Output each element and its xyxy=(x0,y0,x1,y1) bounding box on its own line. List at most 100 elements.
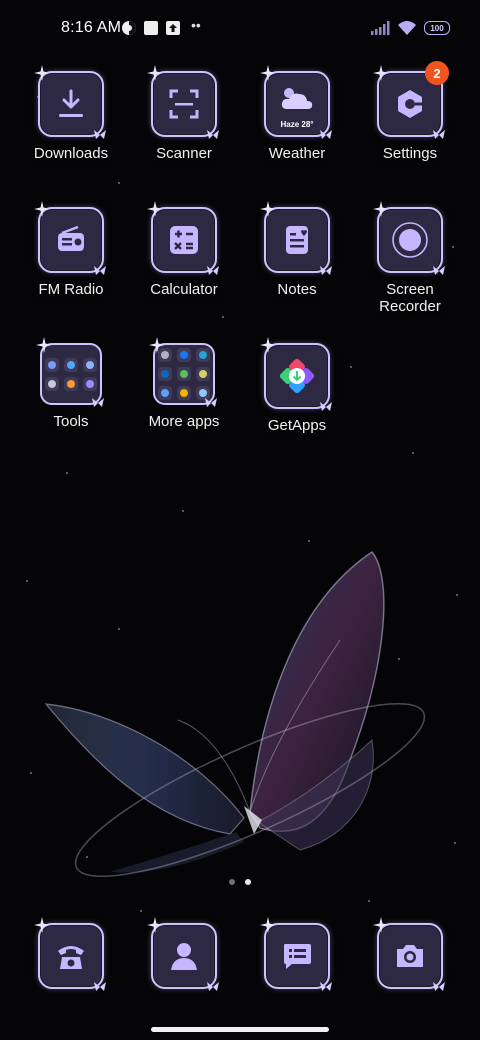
getapps-app-icon[interactable] xyxy=(260,337,332,411)
butterfly-decoration-icon xyxy=(207,982,219,991)
app-label: Downloads xyxy=(33,145,109,162)
fm-radio-app-icon[interactable] xyxy=(34,201,106,275)
screen-recorder-app-icon[interactable] xyxy=(373,201,445,275)
butterfly-decoration-icon xyxy=(205,398,217,407)
sparkle-decoration-icon xyxy=(34,917,50,933)
sparkle-decoration-icon xyxy=(373,201,389,217)
sparkle-decoration-icon xyxy=(260,201,276,217)
app-weather[interactable]: Haze 28° Weather xyxy=(241,65,353,162)
weather-cloud-icon xyxy=(281,88,313,109)
phone-app-icon[interactable] xyxy=(34,917,106,991)
upload-arrow-icon xyxy=(166,21,180,35)
notification-badge: 2 xyxy=(425,61,449,85)
calculator-app-icon[interactable] xyxy=(147,201,219,275)
app-label: Screen Recorder xyxy=(379,281,441,315)
sparkle-decoration-icon xyxy=(373,917,389,933)
butterfly-decoration-icon xyxy=(94,266,106,275)
notes-icon xyxy=(286,226,308,254)
settings-icon xyxy=(398,90,423,118)
butterfly-decoration-icon xyxy=(207,130,219,139)
butterfly-decoration-icon xyxy=(320,130,332,139)
dock-camera[interactable] xyxy=(354,917,466,991)
camera-app-icon[interactable] xyxy=(373,917,445,991)
settings-app-icon[interactable]: 2 xyxy=(373,61,449,139)
getapps-icon xyxy=(279,358,315,394)
weather-app-icon[interactable]: Haze 28° xyxy=(260,65,332,139)
download-icon xyxy=(59,89,83,117)
page-indicator xyxy=(0,879,480,885)
sparkle-decoration-icon xyxy=(260,917,276,933)
page-dot xyxy=(229,879,235,885)
app-downloads[interactable]: Downloads xyxy=(15,65,127,162)
square-notification-icon xyxy=(144,21,158,35)
contacts-app-icon[interactable] xyxy=(147,917,219,991)
sparkle-decoration-icon xyxy=(147,201,163,217)
app-label: Settings xyxy=(382,145,438,162)
butterfly-decoration-icon xyxy=(433,982,445,991)
sparkle-decoration-icon xyxy=(147,917,163,933)
weather-widget-text: Haze 28° xyxy=(280,120,314,129)
calculator-icon xyxy=(170,226,198,254)
sparkle-decoration-icon xyxy=(260,337,276,353)
dock-messages[interactable] xyxy=(241,917,353,991)
app-label: GetApps xyxy=(267,417,327,434)
tools-folder-icon[interactable] xyxy=(36,337,104,407)
butterfly-decoration-icon xyxy=(320,266,332,275)
app-getapps[interactable]: GetApps xyxy=(241,337,353,434)
radio-icon xyxy=(58,225,84,251)
butterfly-decoration-icon xyxy=(92,398,104,407)
dock-contacts[interactable] xyxy=(128,917,240,991)
app-calculator[interactable]: Calculator xyxy=(128,201,240,298)
messages-app-icon[interactable] xyxy=(260,917,332,991)
clock: 8:16 AM xyxy=(61,19,122,36)
contacts-icon xyxy=(171,943,197,970)
app-label: FM Radio xyxy=(38,281,104,298)
butterfly-decoration-icon xyxy=(207,266,219,275)
sparkle-decoration-icon xyxy=(34,65,50,81)
butterfly-decoration-icon xyxy=(433,130,445,139)
app-notes[interactable]: Notes xyxy=(241,201,353,298)
sparkle-decoration-icon xyxy=(34,201,50,217)
wifi-icon xyxy=(398,21,416,35)
app-label: Weather xyxy=(268,145,326,162)
folder-tools[interactable]: Tools xyxy=(15,337,127,430)
folder-more-apps[interactable]: More apps xyxy=(128,337,240,430)
butterfly-decoration-icon xyxy=(433,266,445,275)
sparkle-decoration-icon xyxy=(149,337,165,353)
battery-icon: 100 xyxy=(424,21,450,35)
phone-icon xyxy=(58,946,84,969)
page-dot-active xyxy=(245,879,251,885)
home-gesture-bar[interactable] xyxy=(151,1027,329,1032)
app-scanner[interactable]: Scanner xyxy=(128,65,240,162)
butterfly-decoration-icon xyxy=(94,130,106,139)
app-label: Calculator xyxy=(150,281,218,298)
sparkle-decoration-icon xyxy=(260,65,276,81)
cellular-signal-icon xyxy=(371,21,390,35)
camera-icon xyxy=(397,945,423,967)
app-settings[interactable]: 2 Settings xyxy=(354,61,466,162)
sparkle-decoration-icon xyxy=(373,65,389,81)
more-apps-folder-icon[interactable] xyxy=(149,337,217,407)
dock-phone[interactable] xyxy=(15,917,127,991)
app-fm-radio[interactable]: FM Radio xyxy=(15,201,127,298)
messages-icon xyxy=(284,944,311,969)
butterfly-decoration-icon xyxy=(320,402,332,411)
app-label: Scanner xyxy=(156,145,212,162)
sparkle-decoration-icon xyxy=(147,65,163,81)
status-bar: 8:16 AM •• 100 xyxy=(0,0,480,56)
butterfly-decoration-icon xyxy=(94,982,106,991)
battery-level: 100 xyxy=(430,23,444,33)
scanner-app-icon[interactable] xyxy=(147,65,219,139)
app-screen-recorder[interactable]: Screen Recorder xyxy=(354,201,466,315)
scanner-icon xyxy=(169,89,199,119)
butterfly-decoration-icon xyxy=(320,982,332,991)
app-label: Notes xyxy=(277,281,317,298)
app-label: More apps xyxy=(148,413,220,430)
screen-recorder-icon xyxy=(392,222,428,258)
notes-app-icon[interactable] xyxy=(260,201,332,275)
sparkle-decoration-icon xyxy=(36,337,52,353)
data-saver-icon xyxy=(122,21,136,35)
more-notifications-indicator: •• xyxy=(191,17,201,33)
downloads-app-icon[interactable] xyxy=(34,65,106,139)
app-label: Tools xyxy=(53,413,89,430)
